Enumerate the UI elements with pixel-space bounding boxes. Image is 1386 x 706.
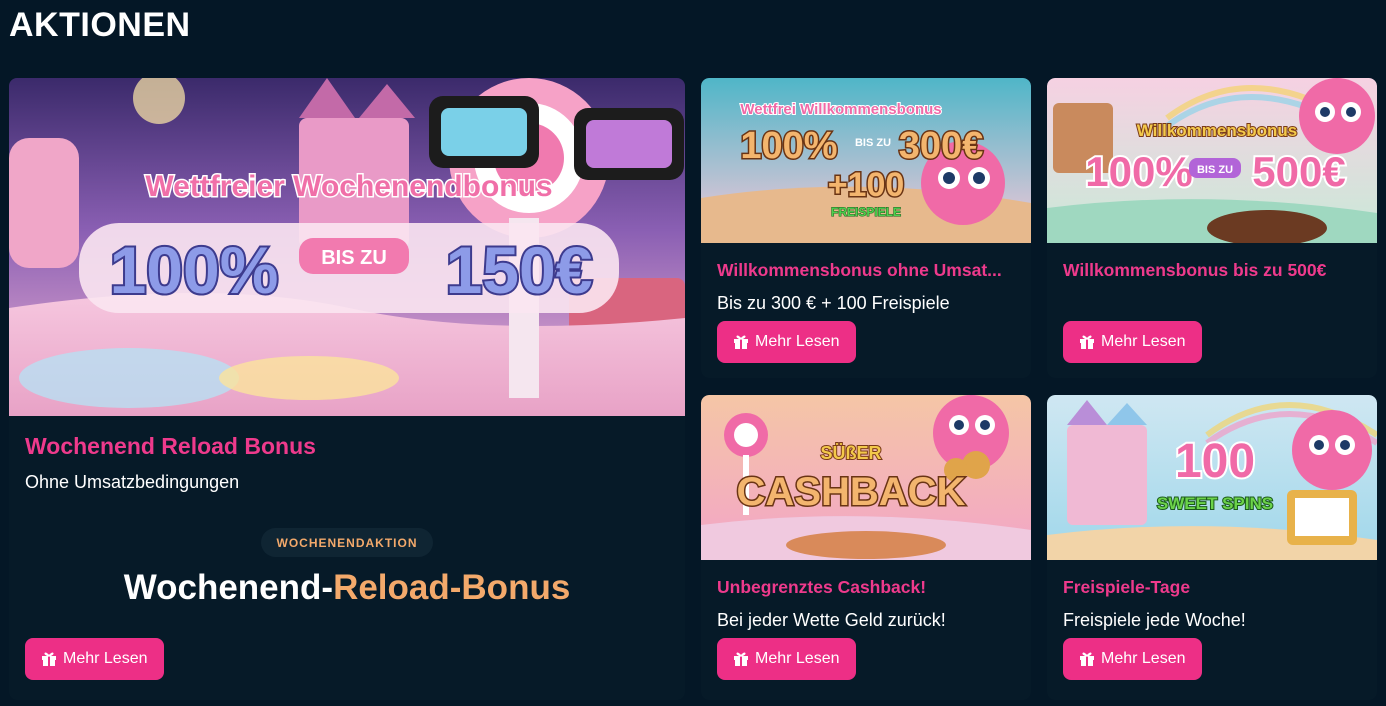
promo-banner-image[interactable]: SÜßER CASHBACK (701, 395, 1031, 560)
card-subtitle: Bei jeder Wette Geld zurück! (717, 610, 946, 630)
banner-amount-text: 300€ (899, 125, 984, 167)
headline-part-a: Wochenend- (123, 568, 334, 607)
banner-percent-text: 100% (110, 233, 279, 307)
promo-card-cashback: SÜßER CASHBACK Unbegrenztes Cashback! Be… (701, 395, 1031, 700)
button-label: Mehr Lesen (755, 333, 840, 350)
read-more-button[interactable]: Mehr Lesen (1063, 638, 1202, 680)
promotions-page: AKTIONEN Wettfreier Wochenendbonus 100% … (0, 0, 1386, 706)
promo-card-free-spins-days: 100 SWEET SPINS Freispiele-Tage Freispie… (1047, 395, 1377, 700)
banner-bis-text: BIS ZU (1197, 164, 1233, 176)
card-title: Willkommensbonus ohne Umsat... (717, 260, 1002, 280)
banner-amount-text: 150€ (446, 233, 593, 307)
gift-icon (734, 335, 748, 349)
promo-card-weekend-reload: Wettfreier Wochenendbonus 100% BIS ZU 15… (9, 78, 685, 700)
banner-headline-text: Wettfreier Wochenendbonus (145, 170, 552, 203)
promo-card-welcome-500: Willkommensbonus 100% BIS ZU 500€ Willko… (1047, 78, 1377, 378)
banner-amount-text: 500€ (1252, 148, 1345, 195)
banner-bis-text: BIS ZU (855, 137, 891, 149)
card-title: Freispiele-Tage (1063, 577, 1191, 597)
banner-big-text: CASHBACK (737, 470, 966, 514)
banner-percent-text: 100% (1085, 148, 1192, 195)
button-label: Mehr Lesen (1101, 333, 1186, 350)
gift-icon (42, 652, 56, 666)
promo-banner-image[interactable]: Wettfreier Wochenendbonus 100% BIS ZU 15… (9, 78, 685, 416)
banner-extra2-text: FREISPIELE (831, 205, 901, 219)
card-title: Wochenend Reload Bonus (25, 433, 316, 459)
promo-banner-image[interactable]: Wettfrei Willkommensbonus 100% BIS ZU 30… (701, 78, 1031, 243)
gift-icon (1080, 652, 1094, 666)
card-subtitle: Ohne Umsatzbedingungen (25, 472, 240, 492)
promo-headline: Wochenend-Reload-Bonus (9, 568, 685, 608)
gift-icon (1080, 335, 1094, 349)
button-label: Mehr Lesen (755, 650, 840, 667)
read-more-button[interactable]: Mehr Lesen (25, 638, 164, 680)
gift-icon (734, 652, 748, 666)
promo-banner-image[interactable]: 100 SWEET SPINS (1047, 395, 1377, 560)
banner-big-text: 100 (1175, 435, 1255, 488)
headline-part-b: Reload-Bonus (333, 568, 571, 607)
card-subtitle: Freispiele jede Woche! (1063, 610, 1246, 630)
card-subtitle: Bis zu 300 € + 100 Freispiele (717, 293, 950, 313)
button-label: Mehr Lesen (63, 650, 148, 667)
read-more-button[interactable]: Mehr Lesen (717, 638, 856, 680)
banner-extra-text: +100 (828, 166, 905, 204)
banner-headline-text: SÜßER (820, 443, 881, 463)
banner-bis-text: BIS ZU (321, 247, 387, 269)
banner-headline-text: Wettfrei Willkommensbonus (740, 101, 941, 118)
banner-headline-text: Willkommensbonus (1137, 121, 1297, 140)
banner-percent-text: 100% (740, 125, 837, 167)
promo-banner-image[interactable]: Willkommensbonus 100% BIS ZU 500€ (1047, 78, 1377, 243)
read-more-button[interactable]: Mehr Lesen (1063, 321, 1202, 363)
page-title: AKTIONEN (9, 6, 191, 44)
read-more-button[interactable]: Mehr Lesen (717, 321, 856, 363)
promo-card-welcome-no-wager: Wettfrei Willkommensbonus 100% BIS ZU 30… (701, 78, 1031, 378)
banner-headline-text: SWEET SPINS (1157, 494, 1273, 513)
card-title: Willkommensbonus bis zu 500€ (1063, 260, 1327, 280)
button-label: Mehr Lesen (1101, 650, 1186, 667)
category-badge: WOCHENENDAKTION (261, 528, 433, 557)
card-title: Unbegrenztes Cashback! (717, 577, 927, 597)
